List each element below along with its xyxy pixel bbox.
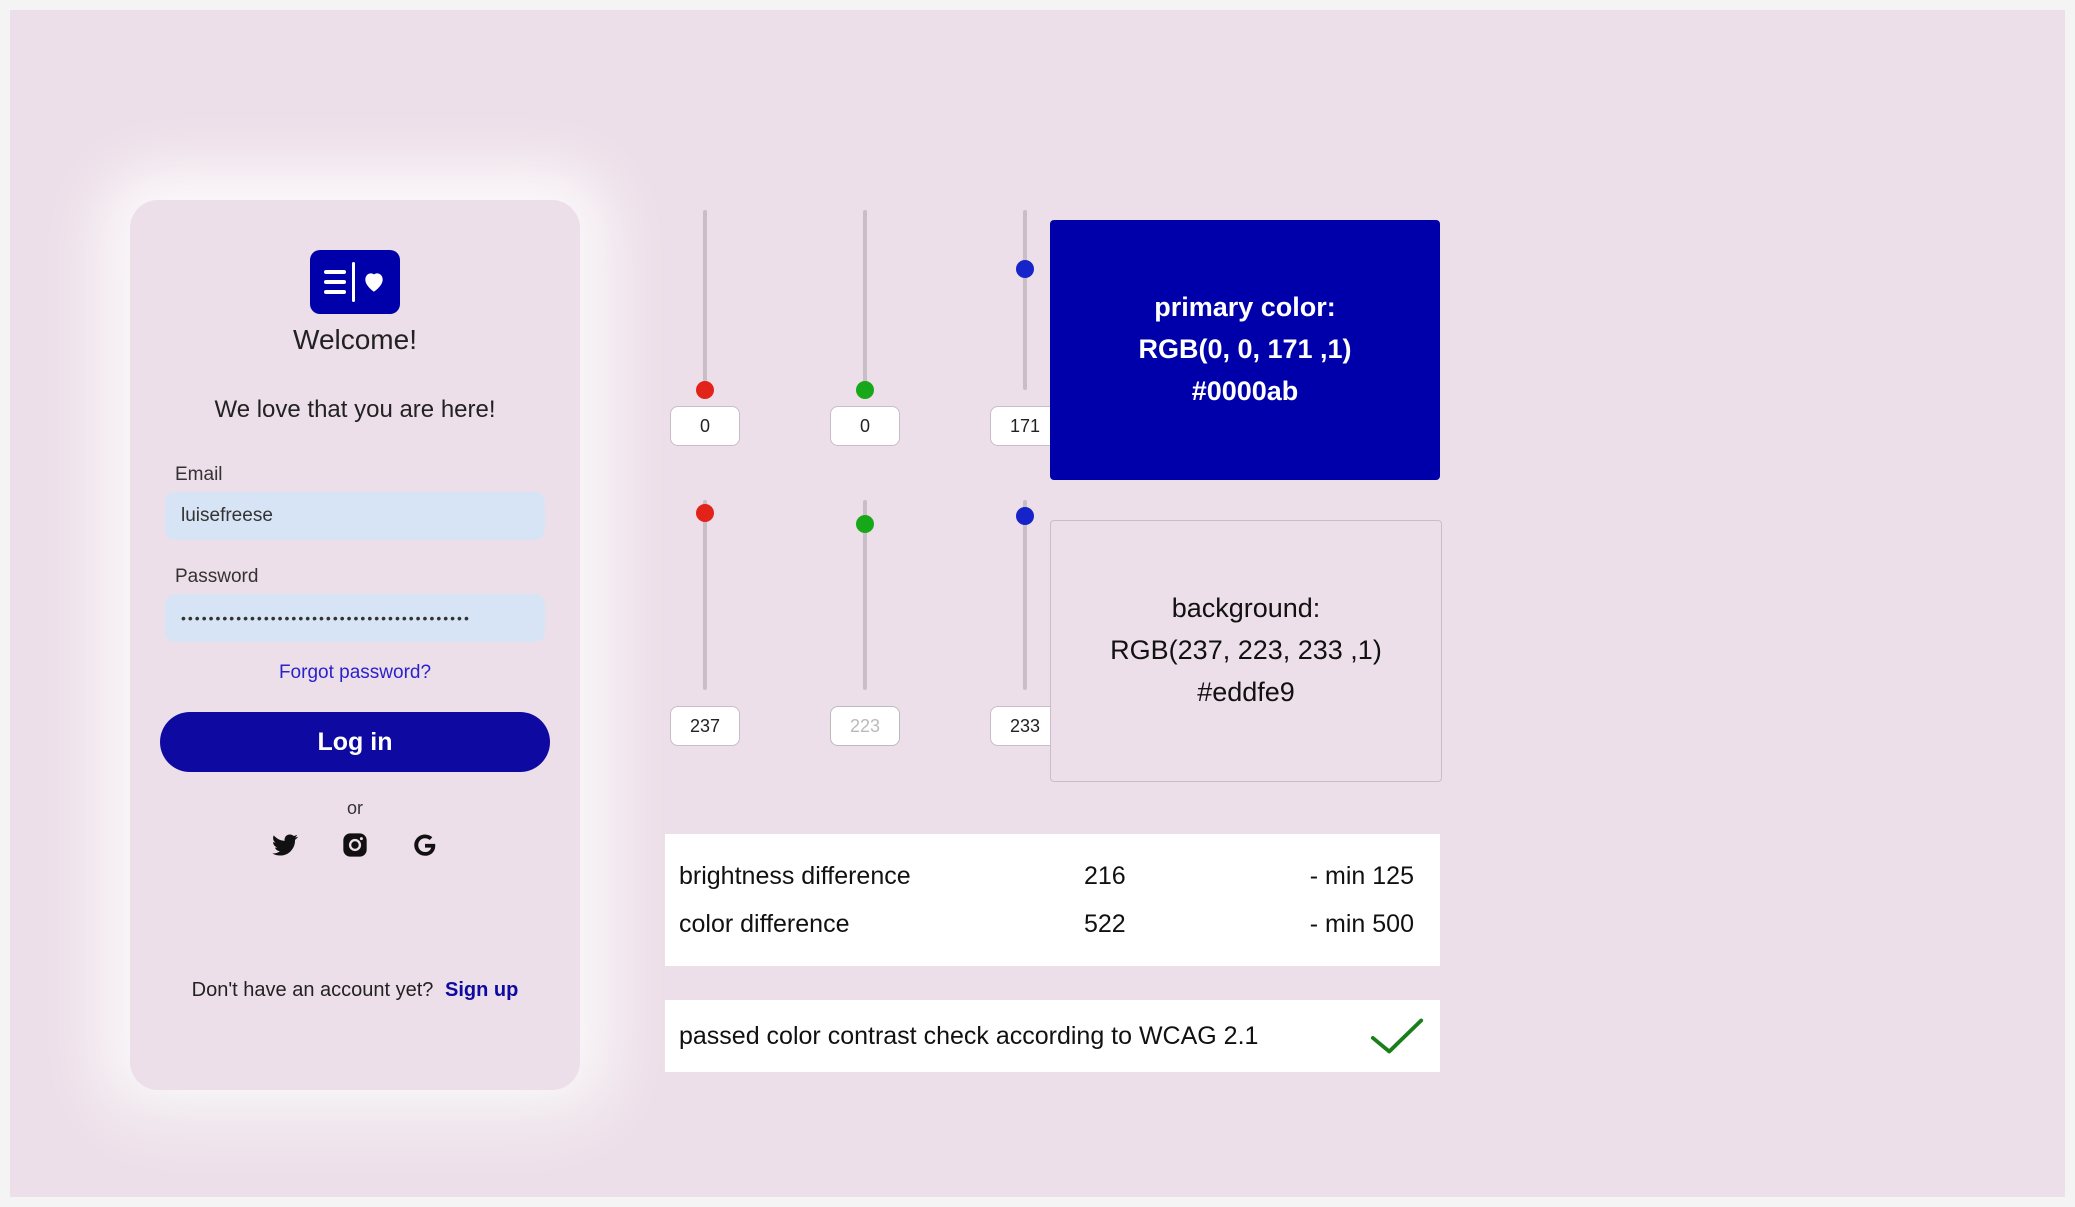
- colordiff-row: color difference 522 - min 500: [679, 900, 1414, 948]
- contrast-results: brightness difference 216 - min 125 colo…: [665, 834, 1440, 966]
- primary-red-slider: [670, 210, 740, 446]
- forgot-password-link[interactable]: Forgot password?: [130, 662, 580, 684]
- primary-green-value[interactable]: [830, 406, 900, 446]
- bg-red-slider: [670, 500, 740, 746]
- primary-red-value[interactable]: [670, 406, 740, 446]
- swatch-hex: #eddfe9: [1197, 672, 1295, 714]
- checkmark-icon: [1368, 1016, 1426, 1056]
- colordiff-label: color difference: [679, 910, 1084, 939]
- logo-lines-icon: [324, 270, 346, 294]
- background-color-swatch: background: RGB(237, 223, 233 ,1) #eddfe…: [1050, 520, 1442, 782]
- swatch-rgb: RGB(0, 0, 171 ,1): [1138, 329, 1351, 371]
- social-login-row: [130, 831, 580, 859]
- heart-icon: [361, 269, 387, 295]
- slider-track[interactable]: [863, 500, 867, 690]
- slider-thumb-blue[interactable]: [1016, 507, 1034, 525]
- swatch-rgb: RGB(237, 223, 233 ,1): [1110, 630, 1382, 672]
- background-color-sliders: [670, 500, 1060, 746]
- slider-track[interactable]: [703, 210, 707, 390]
- or-divider: or: [130, 798, 580, 819]
- login-button[interactable]: Log in: [160, 712, 550, 772]
- brightness-row: brightness difference 216 - min 125: [679, 852, 1414, 900]
- bg-red-value[interactable]: [670, 706, 740, 746]
- instagram-icon[interactable]: [341, 831, 369, 859]
- app-logo: [310, 250, 400, 314]
- signup-link[interactable]: Sign up: [445, 979, 518, 1001]
- brightness-label: brightness difference: [679, 862, 1084, 891]
- password-label: Password: [175, 566, 540, 588]
- brightness-value: 216: [1084, 862, 1264, 891]
- slider-thumb-green[interactable]: [856, 515, 874, 533]
- signup-prompt: Don't have an account yet?: [192, 979, 434, 1001]
- colordiff-min: - min 500: [1264, 910, 1414, 939]
- slider-thumb-red[interactable]: [696, 504, 714, 522]
- welcome-heading: Welcome!: [130, 324, 580, 356]
- bg-green-slider: [830, 500, 900, 746]
- google-icon[interactable]: [411, 831, 439, 859]
- subheading: We love that you are here!: [130, 396, 580, 424]
- app-canvas: Welcome! We love that you are here! Emai…: [10, 10, 2065, 1197]
- password-field[interactable]: [165, 594, 545, 642]
- swatch-title: background:: [1172, 588, 1321, 630]
- email-field[interactable]: [165, 492, 545, 540]
- colordiff-value: 522: [1084, 910, 1264, 939]
- bg-green-value[interactable]: [830, 706, 900, 746]
- primary-color-swatch: primary color: RGB(0, 0, 171 ,1) #0000ab: [1050, 220, 1440, 480]
- contrast-passed-banner: passed color contrast check according to…: [665, 1000, 1440, 1072]
- login-card: Welcome! We love that you are here! Emai…: [130, 200, 580, 1090]
- brightness-min: - min 125: [1264, 862, 1414, 891]
- slider-thumb-green[interactable]: [856, 381, 874, 399]
- slider-thumb-red[interactable]: [696, 381, 714, 399]
- swatch-title: primary color:: [1154, 287, 1336, 329]
- twitter-icon[interactable]: [271, 831, 299, 859]
- logo-divider-icon: [352, 262, 355, 302]
- email-label: Email: [175, 464, 540, 486]
- slider-thumb-blue[interactable]: [1016, 260, 1034, 278]
- passed-text: passed color contrast check according to…: [679, 1022, 1258, 1051]
- slider-track[interactable]: [703, 500, 707, 690]
- slider-track[interactable]: [1023, 500, 1027, 690]
- signup-row: Don't have an account yet? Sign up: [130, 979, 580, 1002]
- slider-track[interactable]: [863, 210, 867, 390]
- primary-color-sliders: [670, 210, 1060, 446]
- swatch-hex: #0000ab: [1192, 371, 1299, 413]
- slider-track[interactable]: [1023, 210, 1027, 390]
- primary-green-slider: [830, 210, 900, 446]
